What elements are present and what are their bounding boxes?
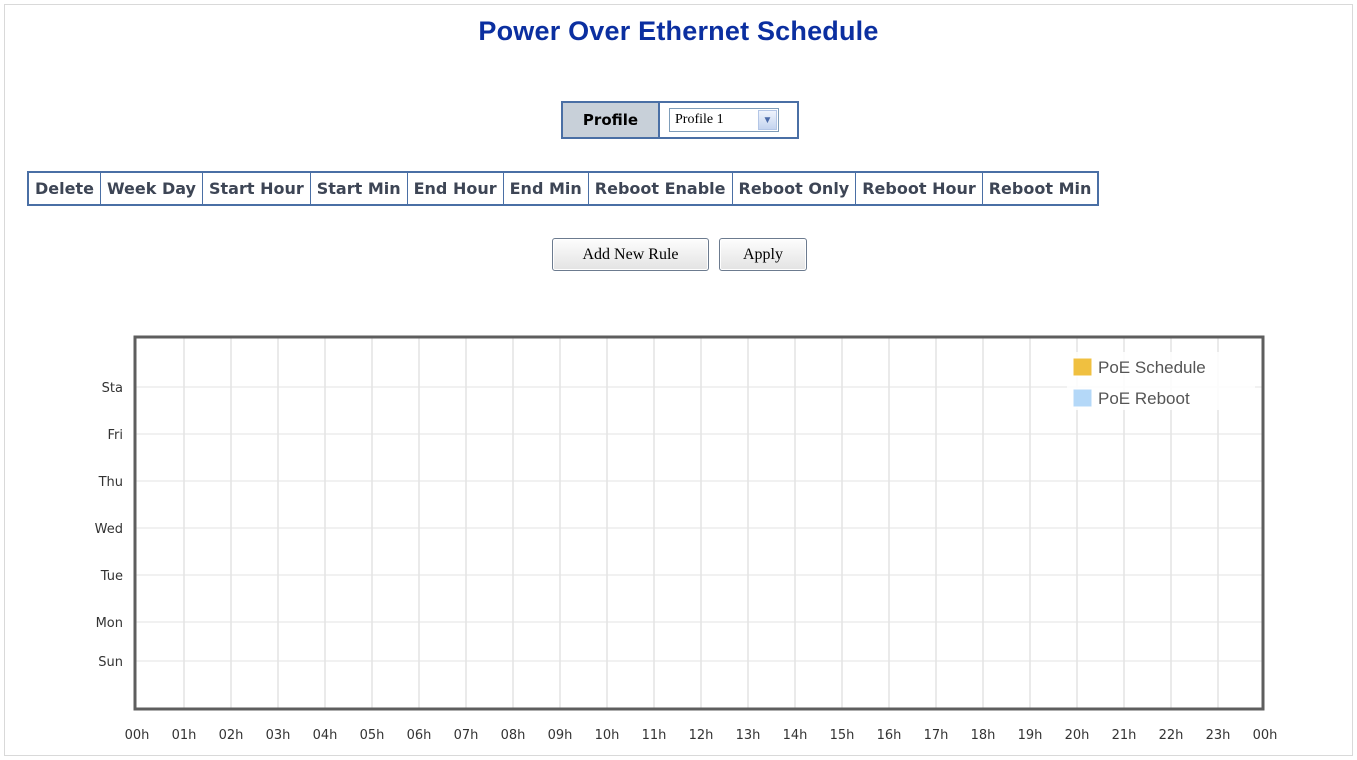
chart-x-tick-label: 00h [125, 728, 150, 743]
chart-legend-swatch [1072, 388, 1093, 408]
chart-x-tick-label: 16h [877, 728, 902, 743]
chart-y-tick-label: Thu [98, 475, 123, 490]
chart-x-tick-label: 05h [360, 728, 385, 743]
chart-y-tick-label: Sun [98, 655, 123, 670]
chart-x-tick-label: 11h [642, 728, 667, 743]
chart-y-tick-label: Wed [95, 522, 123, 537]
chart-x-tick-label: 00h [1253, 728, 1278, 743]
chart-x-tick-label: 06h [407, 728, 432, 743]
chart-x-tick-label: 12h [689, 728, 714, 743]
chart-y-tick-label: Mon [96, 616, 123, 631]
chart-x-tick-label: 21h [1112, 728, 1137, 743]
chart-x-tick-label: 07h [454, 728, 479, 743]
poe-schedule-chart: Sta Fri Thu Wed Tue Mon Sun 00h 01h 02h 03h 04h 05h… [95, 335, 1278, 743]
chart-x-axis-labels: 00h 01h 02h 03h 04h 05h 06h 07h 08h 09h 10h 11h 12h 1… [125, 728, 1278, 743]
chart-x-tick-label: 03h [266, 728, 291, 743]
chart-x-tick-label: 04h [313, 728, 338, 743]
chart-legend-label: PoE Schedule [1098, 358, 1206, 377]
chart-legend: PoE Schedule PoE Reboot [1067, 352, 1255, 410]
chart-x-tick-label: 14h [783, 728, 808, 743]
chart-legend-label: PoE Reboot [1098, 389, 1190, 408]
chart-x-tick-label: 01h [172, 728, 197, 743]
chart-y-tick-label: Fri [108, 428, 124, 443]
chart-y-tick-label: Sta [102, 381, 123, 396]
chart-x-tick-label: 19h [1018, 728, 1043, 743]
chart-x-tick-label: 15h [830, 728, 855, 743]
chart-x-tick-label: 20h [1065, 728, 1090, 743]
chart-x-tick-label: 17h [924, 728, 949, 743]
chart-legend-swatch [1072, 357, 1093, 377]
chart-x-tick-label: 22h [1159, 728, 1184, 743]
chart-x-tick-label: 08h [501, 728, 526, 743]
chart-x-tick-label: 18h [971, 728, 996, 743]
chart-x-tick-label: 23h [1206, 728, 1231, 743]
chart-x-tick-label: 10h [595, 728, 620, 743]
chart-x-tick-label: 09h [548, 728, 573, 743]
chart-x-tick-label: 13h [736, 728, 761, 743]
chart-x-tick-label: 02h [219, 728, 244, 743]
chart-y-axis-labels: Sta Fri Thu Wed Tue Mon Sun [95, 381, 123, 670]
chart-y-tick-label: Tue [100, 569, 123, 584]
